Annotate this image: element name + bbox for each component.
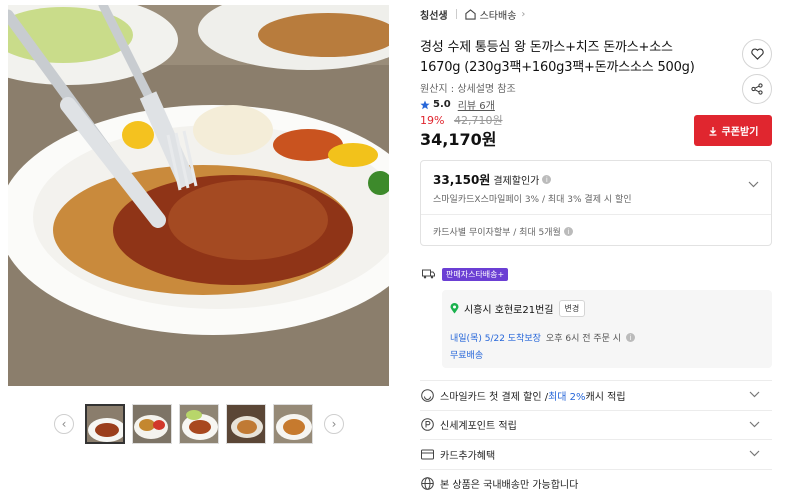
row-text-highlight: 최대 2% xyxy=(548,391,586,403)
store-label: 스타배송 xyxy=(479,10,517,22)
thumbnail-4[interactable] xyxy=(226,404,266,444)
star-icon xyxy=(420,100,430,109)
thumbnail-2[interactable] xyxy=(132,404,172,444)
store-link[interactable]: 스타배송 xyxy=(464,7,517,22)
row-text-pre: 스마일카드 첫 결제 할인 / xyxy=(440,391,549,403)
brand-link[interactable]: 칭선생 xyxy=(420,7,448,22)
card-price-detail: 스마일카드X스마일페이 3% / 최대 3% 결제 시 할인 xyxy=(433,195,632,205)
shinsegae-point-row[interactable]: 신세계포인트 적립 xyxy=(420,409,772,440)
wishlist-button[interactable] xyxy=(742,39,772,69)
globe-icon xyxy=(420,477,434,491)
chevron-down-icon[interactable] xyxy=(748,173,759,192)
heart-icon xyxy=(750,48,764,60)
smile-card-row[interactable]: 스마일카드 첫 결제 할인 / 최대 2% 캐시 적립 xyxy=(420,380,772,410)
gallery: ‹ › xyxy=(0,0,400,502)
chevron-down-icon xyxy=(749,420,760,431)
download-icon xyxy=(709,126,717,136)
point-icon xyxy=(420,418,434,432)
chevron-down-icon xyxy=(749,390,760,401)
divider xyxy=(421,214,771,215)
thumbnail-strip: ‹ › xyxy=(54,404,346,444)
card-icon xyxy=(420,447,434,461)
eta-date: 내일(목) 5/22 도착보장 xyxy=(450,334,541,344)
product-title: 경성 수제 통등심 왕 돈까스+치즈 돈까스+소스 1670g (230g3팩+… xyxy=(420,38,735,78)
info-icon[interactable]: i xyxy=(626,333,636,342)
share-icon xyxy=(751,83,763,95)
info-icon[interactable]: i xyxy=(542,175,552,184)
card-price: 33,150원 xyxy=(433,173,491,187)
card-price-label: 결제할인가 xyxy=(493,176,540,187)
location-pin-icon xyxy=(450,303,459,314)
change-address-button[interactable]: 변경 xyxy=(558,300,586,317)
thumbnail-5[interactable] xyxy=(273,404,313,444)
main-product-image[interactable] xyxy=(8,5,389,386)
product-info: 칭선생 스타배송 › 경성 수제 통등심 왕 돈까스+치즈 돈까스+소스 167… xyxy=(420,0,772,502)
store-icon xyxy=(464,8,476,20)
shipping-fee: 무료배송 xyxy=(450,351,484,361)
installment-row: 카드사별 무이자할부 / 최대 5개월 i xyxy=(433,225,573,238)
origin-text: 원산지 : 상세설명 참조 xyxy=(420,84,516,95)
row-text: 신세계포인트 적립 xyxy=(440,421,517,433)
info-icon[interactable]: i xyxy=(563,227,573,236)
thumbnail-3[interactable] xyxy=(179,404,219,444)
delivery-tag: 판매자스타배송+ xyxy=(442,268,509,281)
title-line-1: 경성 수제 통등심 왕 돈까스+치즈 돈까스+소스 xyxy=(420,40,673,55)
chevron-left-icon[interactable]: ‹ xyxy=(54,414,74,434)
thumbnail-1[interactable] xyxy=(85,404,125,444)
delivery-box: 시흥시 호현로21번길 변경 내일(목) 5/22 도착보장 오후 6시 전 주… xyxy=(442,290,772,368)
share-button[interactable] xyxy=(742,74,772,104)
domestic-shipping-row: 본 상품은 국내배송만 가능합니다 xyxy=(420,468,772,499)
title-line-2: 1670g (230g3팩+160g3팩+돈까스소스 500g) xyxy=(420,60,695,75)
delivery-address: 시흥시 호현로21번길 xyxy=(464,305,554,316)
coupon-button[interactable]: 쿠폰받기 xyxy=(694,115,772,146)
rating: 5.0 리뷰 6개 xyxy=(420,97,495,112)
payment-benefit-box: 33,150원 결제할인가 i 스마일카드X스마일페이 3% / 최대 3% 결… xyxy=(420,160,772,246)
installment-text: 카드사별 무이자할부 / 최대 5개월 xyxy=(433,228,561,238)
row-text: 본 상품은 국내배송만 가능합니다 xyxy=(440,480,579,492)
breadcrumb: 칭선생 스타배송 › xyxy=(420,6,525,22)
chevron-down-icon xyxy=(749,449,760,460)
rating-score: 5.0 xyxy=(433,99,451,110)
coupon-label: 쿠폰받기 xyxy=(721,127,759,138)
truck-icon xyxy=(422,269,435,279)
smile-card-icon xyxy=(420,388,434,402)
card-benefit-row[interactable]: 카드추가혜택 xyxy=(420,439,772,469)
chevron-right-icon[interactable]: › xyxy=(324,414,344,434)
chevron-right-icon: › xyxy=(521,8,526,20)
row-text-post: 캐시 적립 xyxy=(585,391,626,403)
benefit-list: 스마일카드 첫 결제 할인 / 최대 2% 캐시 적립 신세계포인트 적립 카드… xyxy=(420,380,772,498)
divider xyxy=(455,9,457,19)
address-row: 시흥시 호현로21번길 변경 xyxy=(450,300,586,317)
review-link[interactable]: 리뷰 6개 xyxy=(458,97,495,112)
food-photo xyxy=(8,5,389,386)
eta-row: 내일(목) 5/22 도착보장 오후 6시 전 주문 시 i xyxy=(450,331,636,344)
card-price-row: 33,150원 결제할인가 i xyxy=(433,171,552,188)
eta-condition: 오후 6시 전 주문 시 xyxy=(545,334,622,344)
sale-price: 34,170원 xyxy=(420,130,497,149)
row-text: 카드추가혜택 xyxy=(440,450,496,462)
